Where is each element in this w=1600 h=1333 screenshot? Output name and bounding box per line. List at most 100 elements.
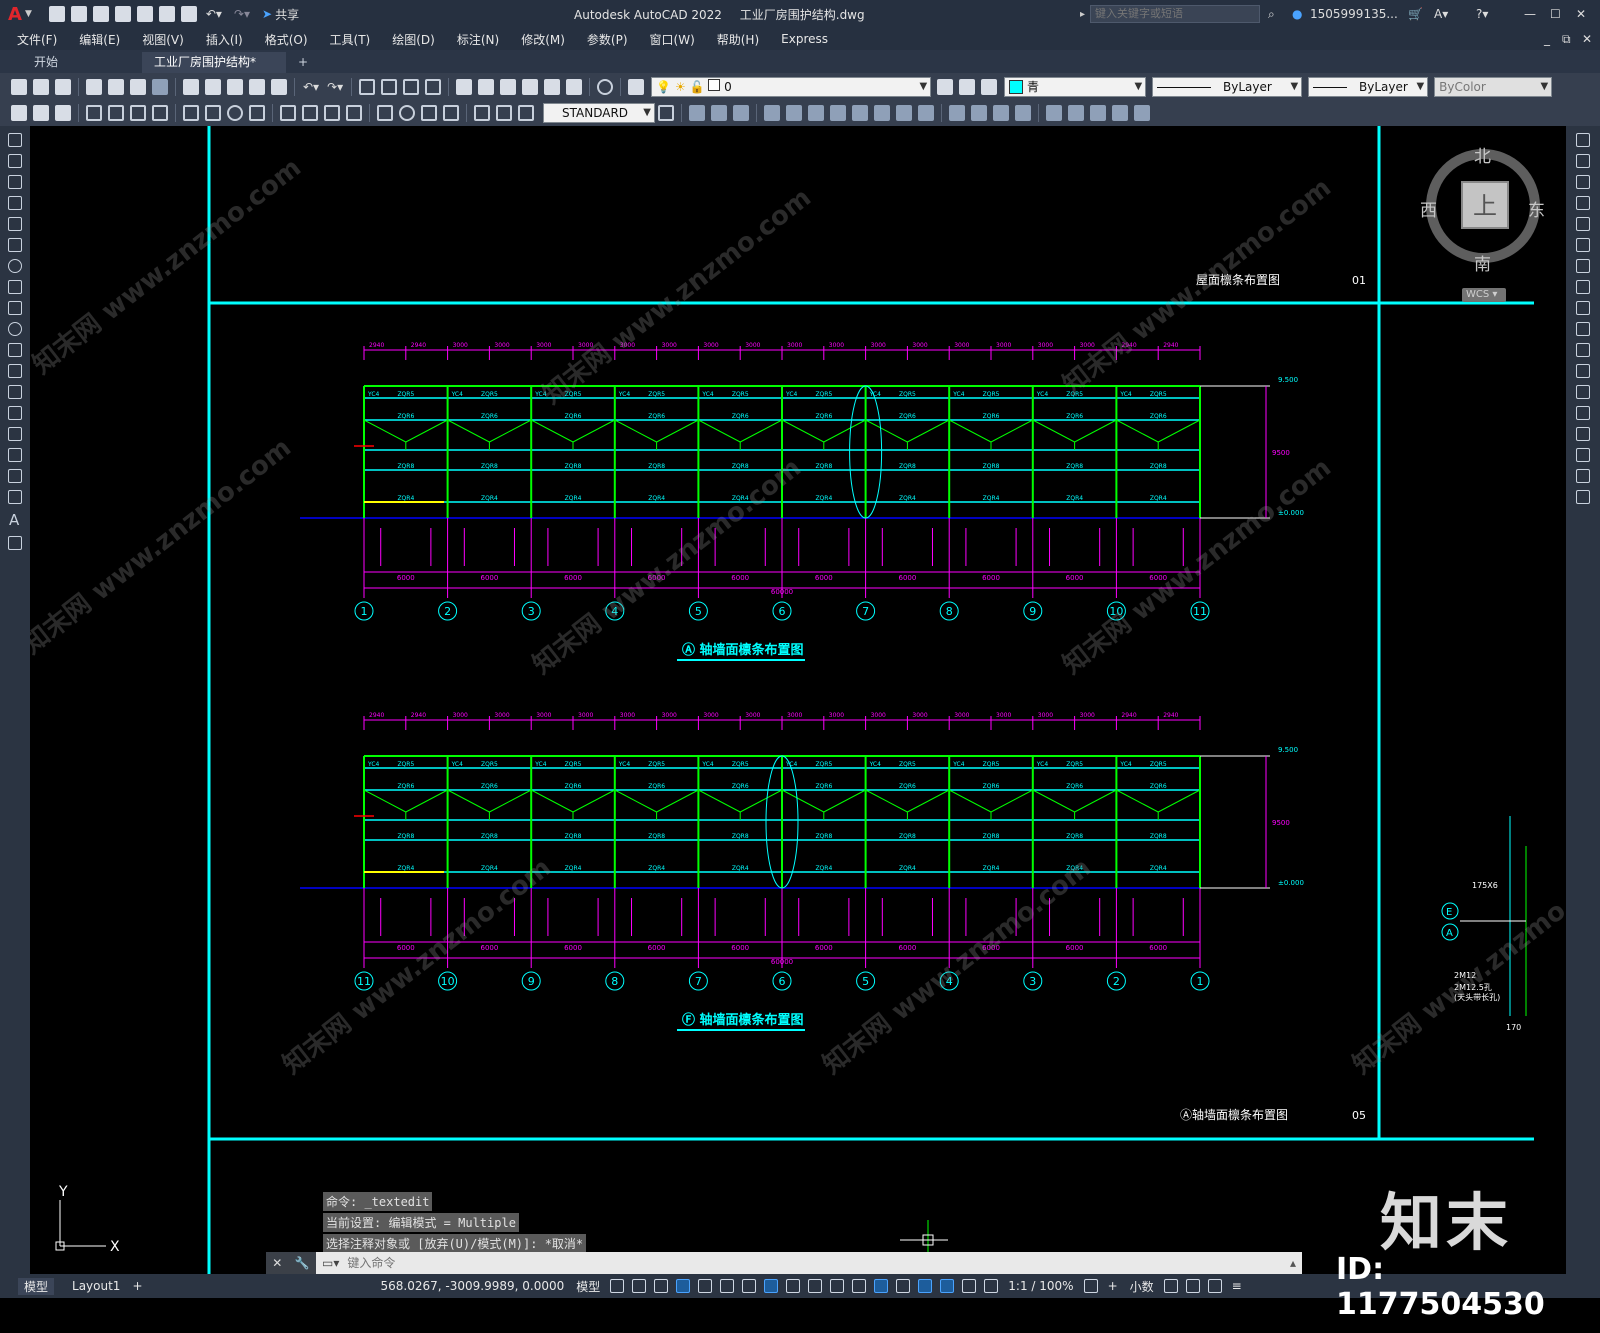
polyline-icon[interactable] <box>8 175 22 189</box>
ellipse-arc-icon[interactable] <box>8 343 22 357</box>
flatshot-icon[interactable] <box>1112 105 1128 121</box>
open-file-icon[interactable] <box>70 6 87 22</box>
tab-start[interactable]: 开始 <box>22 52 142 73</box>
annotation-scale-readout[interactable]: 1:1 / 100% <box>1002 1279 1079 1293</box>
search-input[interactable] <box>1090 5 1260 23</box>
quick-dim-icon[interactable] <box>280 105 296 121</box>
menu-view[interactable]: 视图(V) <box>131 31 195 48</box>
dynamic-ucs-icon[interactable] <box>874 1279 889 1293</box>
menu-file[interactable]: 文件(F) <box>6 31 68 48</box>
viewcube[interactable]: 北 南 西 东 上 <box>1418 146 1548 276</box>
layer-state-icon[interactable] <box>981 78 998 95</box>
help-icon[interactable]: ?▾ <box>1476 7 1488 21</box>
copy-object-icon[interactable] <box>1576 154 1590 168</box>
block-icon[interactable] <box>33 105 49 121</box>
linear-dim-icon[interactable] <box>86 105 102 121</box>
rectangle-icon[interactable] <box>8 217 22 231</box>
wcs-menu[interactable]: WCS ▾ <box>1462 288 1506 302</box>
offset-icon[interactable] <box>1576 196 1590 210</box>
extend-icon[interactable] <box>1576 343 1590 357</box>
markup-icon[interactable] <box>544 78 561 95</box>
viewcube-south[interactable]: 南 <box>1474 250 1491 275</box>
revolve-icon[interactable] <box>786 105 802 121</box>
array-icon[interactable] <box>1576 217 1590 231</box>
revision-cloud-icon[interactable] <box>8 280 22 294</box>
app-store-icon[interactable]: A▾ <box>1434 7 1448 21</box>
copy-icon[interactable] <box>205 78 221 95</box>
inspection-icon[interactable] <box>421 105 437 121</box>
add-layout-button[interactable]: + <box>126 1279 148 1293</box>
menu-parametric[interactable]: 参数(P) <box>576 31 639 48</box>
user-icon[interactable]: ● <box>1292 7 1302 21</box>
undo-icon[interactable]: ↶▾ <box>206 7 222 21</box>
close-command-icon[interactable]: ✕ <box>272 1256 282 1270</box>
menu-draw[interactable]: 绘图(D) <box>381 31 446 48</box>
auto-scale-icon[interactable] <box>962 1279 977 1293</box>
dim-update-icon[interactable] <box>518 105 534 121</box>
command-scroll-icon[interactable]: ▴ <box>1290 1256 1296 1270</box>
trim-icon[interactable] <box>1576 322 1590 336</box>
isolate-objects-icon[interactable] <box>1185 1279 1200 1293</box>
quickcalc-icon[interactable] <box>566 78 583 95</box>
dimstyle-dropdown[interactable]: STANDARD ▼ <box>543 103 655 123</box>
coordinates-readout[interactable]: 568.0267, -3009.9989, 0.0000 <box>375 1279 571 1293</box>
clean-screen-icon[interactable] <box>1207 1279 1222 1293</box>
mirror-icon[interactable] <box>1576 175 1590 189</box>
open-icon[interactable] <box>33 78 49 95</box>
menu-insert[interactable]: 插入(I) <box>195 31 254 48</box>
arc-length-icon[interactable] <box>130 105 146 121</box>
customize-command-icon[interactable]: 🔧 <box>295 1256 310 1270</box>
section-icon[interactable] <box>1090 105 1106 121</box>
minimize-icon[interactable]: — <box>1524 7 1536 21</box>
line-icon[interactable] <box>8 133 22 147</box>
gizmo-icon[interactable] <box>918 1279 933 1293</box>
print-preview-icon[interactable] <box>108 78 124 95</box>
continue-icon[interactable] <box>324 105 340 121</box>
undo-icon-2[interactable]: ↶▾ <box>303 80 319 94</box>
radius-icon[interactable] <box>183 105 199 121</box>
point-icon[interactable] <box>8 406 22 420</box>
dimstyle-manager-icon[interactable] <box>658 105 674 121</box>
add-selected-icon[interactable] <box>8 536 22 550</box>
workspace-gear-icon[interactable] <box>1083 1279 1098 1293</box>
dim-edit-icon[interactable] <box>474 105 490 121</box>
hatch-icon[interactable] <box>8 427 22 441</box>
menu-express[interactable]: Express <box>770 32 839 46</box>
open-web-icon[interactable] <box>136 6 153 22</box>
imprint-icon[interactable] <box>993 105 1009 121</box>
match-properties-icon[interactable] <box>249 78 265 95</box>
viewcube-east[interactable]: 东 <box>1528 196 1545 221</box>
multiline-text-icon[interactable]: A <box>9 511 21 529</box>
sweep-icon[interactable] <box>808 105 824 121</box>
viewcube-top-face[interactable]: 上 <box>1461 181 1509 229</box>
tool-palettes-icon[interactable] <box>500 78 517 95</box>
erase-icon[interactable] <box>1576 133 1590 147</box>
gradient-icon[interactable] <box>8 448 22 462</box>
layer-dropdown[interactable]: 💡 ☀ 🔓 0 ▼ <box>651 76 932 97</box>
command-input[interactable] <box>345 1252 1290 1274</box>
annotation-monitor-icon[interactable]: + <box>1102 1279 1124 1293</box>
explode-icon[interactable] <box>1576 490 1590 504</box>
menu-window[interactable]: 窗口(W) <box>639 31 706 48</box>
break-point-icon[interactable] <box>1576 364 1590 378</box>
loft-icon[interactable] <box>830 105 846 121</box>
print-icon[interactable] <box>86 78 102 95</box>
tab-layout1[interactable]: Layout1 <box>66 1279 126 1293</box>
pan-icon[interactable] <box>359 78 376 95</box>
shell-icon[interactable] <box>949 105 965 121</box>
slice-icon[interactable] <box>918 105 934 121</box>
menu-help[interactable]: 帮助(H) <box>706 31 770 48</box>
annotation-visibility-icon[interactable] <box>940 1279 955 1293</box>
snap-icon[interactable] <box>632 1279 647 1293</box>
autocad-logo-icon[interactable]: A <box>8 4 22 25</box>
tab-model[interactable]: 模型 <box>18 1277 55 1295</box>
menu-dimension[interactable]: 标注(N) <box>446 31 510 48</box>
doc-close-icon[interactable]: ✕ <box>1582 32 1592 46</box>
user-name[interactable]: 1505999135... <box>1310 7 1398 21</box>
tolerance-icon[interactable] <box>377 105 393 121</box>
3d-dwf-icon[interactable] <box>152 78 168 95</box>
box-icon[interactable] <box>689 105 705 121</box>
new-tab-button[interactable]: + <box>286 52 320 73</box>
fillet-icon[interactable] <box>1576 448 1590 462</box>
lineweight-dropdown[interactable]: ByLayer ▼ <box>1308 76 1429 97</box>
